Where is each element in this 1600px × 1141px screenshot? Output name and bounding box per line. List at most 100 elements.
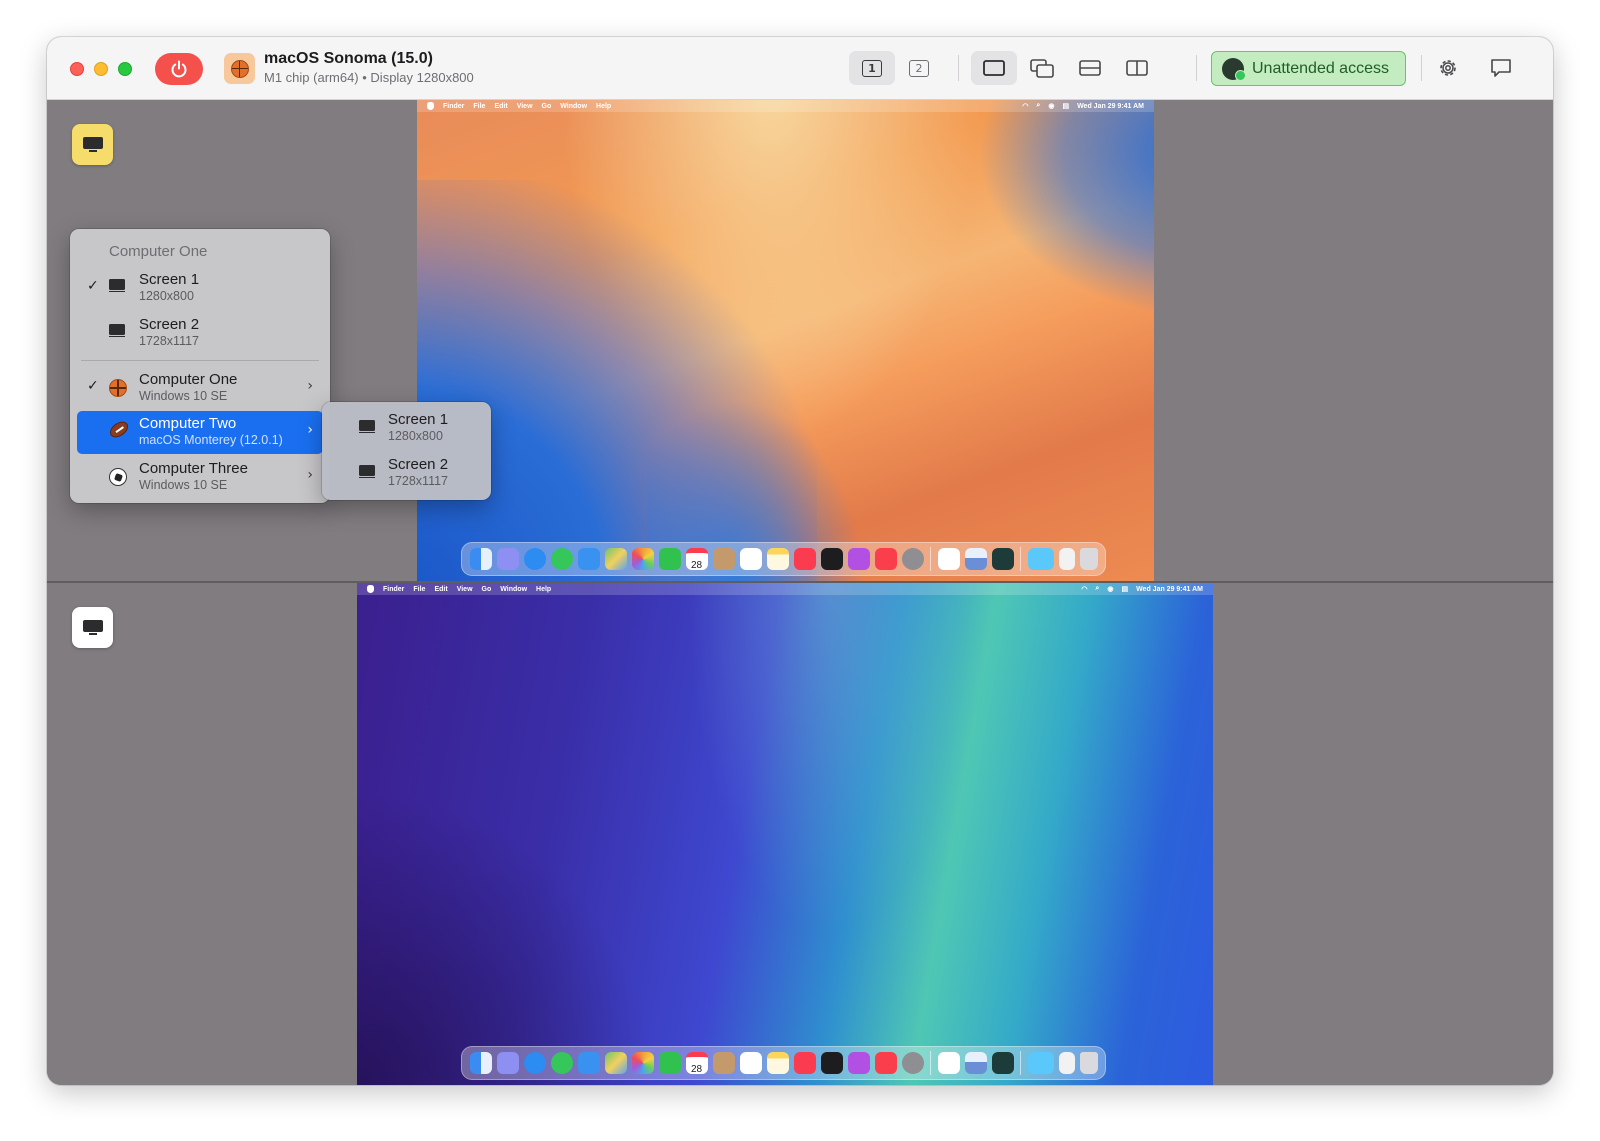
menu-bar-clock[interactable]: Wed Jan 29 9:41 AM	[1077, 103, 1144, 110]
screen-picker-button[interactable]	[72, 124, 113, 165]
remote-menu-finder[interactable]: Finder	[383, 586, 404, 593]
remote-menu-finder[interactable]: Finder	[443, 103, 464, 110]
search-icon[interactable]: ⌕	[1036, 102, 1040, 110]
display-icon[interactable]: ▤	[1121, 585, 1128, 593]
power-button[interactable]	[155, 53, 203, 85]
menu-item-computer-one[interactable]: ✓ Computer One Windows 10 SE ›	[77, 367, 323, 410]
podcasts-icon[interactable]	[847, 1052, 870, 1074]
remote-menu-window[interactable]: Window	[500, 586, 527, 593]
maximize-window-button[interactable]	[118, 62, 132, 76]
system-settings-icon[interactable]	[901, 548, 924, 570]
control-center-icon[interactable]: ◉	[1048, 102, 1054, 110]
facetime-icon[interactable]	[658, 1052, 681, 1074]
menu-item-os: macOS Monterey (12.0.1)	[139, 433, 283, 447]
chat-button[interactable]	[1480, 51, 1522, 85]
downloads-folder-icon[interactable]	[1027, 1052, 1054, 1074]
screen-1-button[interactable]: 1	[849, 51, 895, 85]
remote-menu-file[interactable]: File	[473, 103, 485, 110]
news-icon[interactable]	[874, 548, 897, 570]
minimize-window-button[interactable]	[94, 62, 108, 76]
remote-menu-window[interactable]: Window	[560, 103, 587, 110]
safari-icon[interactable]	[523, 548, 546, 570]
launchpad-icon[interactable]	[496, 1052, 519, 1074]
facetime-icon[interactable]	[658, 548, 681, 570]
close-window-button[interactable]	[70, 62, 84, 76]
safari-icon[interactable]	[523, 1052, 546, 1074]
remote-desktop-top[interactable]: Finder File Edit View Go Window Help ◠ ⌕…	[417, 100, 1154, 581]
remote-menu-go[interactable]: Go	[482, 586, 492, 593]
preview-icon[interactable]	[964, 548, 987, 570]
remote-menu-help[interactable]: Help	[596, 103, 611, 110]
maps-icon[interactable]	[604, 548, 627, 570]
wifi-icon[interactable]: ◠	[1022, 102, 1028, 110]
remote-menu-view[interactable]: View	[517, 103, 533, 110]
trash-icon[interactable]	[1079, 1052, 1098, 1074]
messages-icon[interactable]	[550, 1052, 573, 1074]
computer-avatar[interactable]	[224, 53, 255, 84]
control-center-icon[interactable]: ◉	[1107, 585, 1113, 593]
menu-bar-clock[interactable]: Wed Jan 29 9:41 AM	[1136, 586, 1203, 593]
submenu-item-screen-1[interactable]: Screen 1 1280x800	[330, 407, 483, 450]
music-icon[interactable]	[793, 548, 816, 570]
messages-icon[interactable]	[550, 548, 573, 570]
remote-desktop-bottom[interactable]: Finder File Edit View Go Window Help ◠ ⌕…	[357, 583, 1213, 1085]
preview-icon[interactable]	[964, 1052, 987, 1074]
unattended-access-button[interactable]: Unattended access	[1211, 51, 1406, 86]
reminders-icon[interactable]	[739, 1052, 762, 1074]
tv-icon[interactable]	[820, 548, 843, 570]
single-view-button[interactable]	[971, 51, 1017, 85]
music-icon[interactable]	[793, 1052, 816, 1074]
menu-item-computer-three[interactable]: Computer Three Windows 10 SE ›	[77, 456, 323, 499]
document-icon[interactable]	[1058, 1052, 1075, 1074]
screen-picker-button[interactable]	[72, 607, 113, 648]
document-icon[interactable]	[1058, 548, 1075, 570]
remote-app-icon[interactable]	[991, 548, 1014, 570]
remote-menu-view[interactable]: View	[457, 586, 473, 593]
contacts-icon[interactable]	[712, 548, 735, 570]
podcasts-icon[interactable]	[847, 548, 870, 570]
reminders-icon[interactable]	[739, 548, 762, 570]
mail-icon[interactable]	[577, 1052, 600, 1074]
calendar-icon[interactable]: 28	[685, 1052, 708, 1075]
remote-menu-edit[interactable]: Edit	[434, 586, 447, 593]
notes-icon[interactable]	[766, 1052, 789, 1074]
calendar-icon[interactable]: 28	[685, 548, 708, 571]
remote-menu-file[interactable]: File	[413, 586, 425, 593]
horizontal-split-button[interactable]	[1067, 51, 1113, 85]
notes-icon[interactable]	[766, 548, 789, 570]
finder-icon[interactable]	[469, 1052, 492, 1074]
finder-icon[interactable]	[469, 548, 492, 570]
checkmark-icon: ✓	[87, 278, 99, 294]
tv-icon[interactable]	[820, 1052, 843, 1074]
remote-menu-edit[interactable]: Edit	[494, 103, 507, 110]
menu-item-label: Screen 2	[139, 316, 200, 333]
submenu-item-screen-2[interactable]: Screen 2 1728x1117	[330, 452, 483, 495]
mail-icon[interactable]	[577, 548, 600, 570]
downloads-folder-icon[interactable]	[1027, 548, 1054, 570]
menu-item-computer-two[interactable]: Computer Two macOS Monterey (12.0.1) ›	[77, 411, 323, 454]
menu-item-screen-2[interactable]: Screen 2 1728x1117	[77, 312, 323, 355]
screen-2-icon: 2	[909, 59, 929, 77]
display-icon[interactable]: ▤	[1062, 102, 1069, 110]
settings-button[interactable]	[1427, 51, 1469, 85]
textedit-icon[interactable]	[937, 548, 960, 570]
maps-icon[interactable]	[604, 1052, 627, 1074]
remote-menu-help[interactable]: Help	[536, 586, 551, 593]
remote-menu-go[interactable]: Go	[542, 103, 552, 110]
contacts-icon[interactable]	[712, 1052, 735, 1074]
menu-item-screen-1[interactable]: ✓ Screen 1 1280x800	[77, 267, 323, 310]
photos-icon[interactable]	[631, 1052, 654, 1074]
trash-icon[interactable]	[1079, 548, 1098, 570]
system-settings-icon[interactable]	[901, 1052, 924, 1074]
menu-separator	[81, 360, 319, 361]
search-icon[interactable]: ⌕	[1095, 585, 1099, 593]
news-icon[interactable]	[874, 1052, 897, 1074]
photos-icon[interactable]	[631, 548, 654, 570]
launchpad-icon[interactable]	[496, 548, 519, 570]
wifi-icon[interactable]: ◠	[1081, 585, 1087, 593]
textedit-icon[interactable]	[937, 1052, 960, 1074]
screen-2-button[interactable]: 2	[896, 51, 942, 85]
vertical-split-button[interactable]	[1114, 51, 1160, 85]
overlap-view-button[interactable]	[1019, 51, 1065, 85]
remote-app-icon[interactable]	[991, 1052, 1014, 1074]
